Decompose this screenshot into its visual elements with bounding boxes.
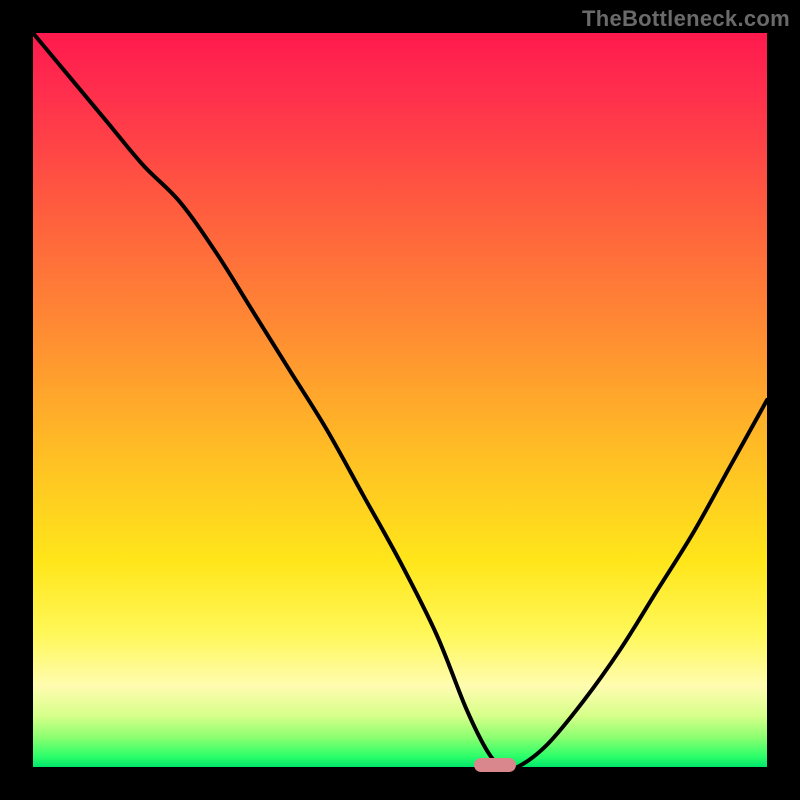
- optimum-marker: [474, 758, 516, 772]
- bottleneck-curve: [33, 33, 767, 767]
- chart-frame: TheBottleneck.com: [0, 0, 800, 800]
- watermark-text: TheBottleneck.com: [582, 6, 790, 32]
